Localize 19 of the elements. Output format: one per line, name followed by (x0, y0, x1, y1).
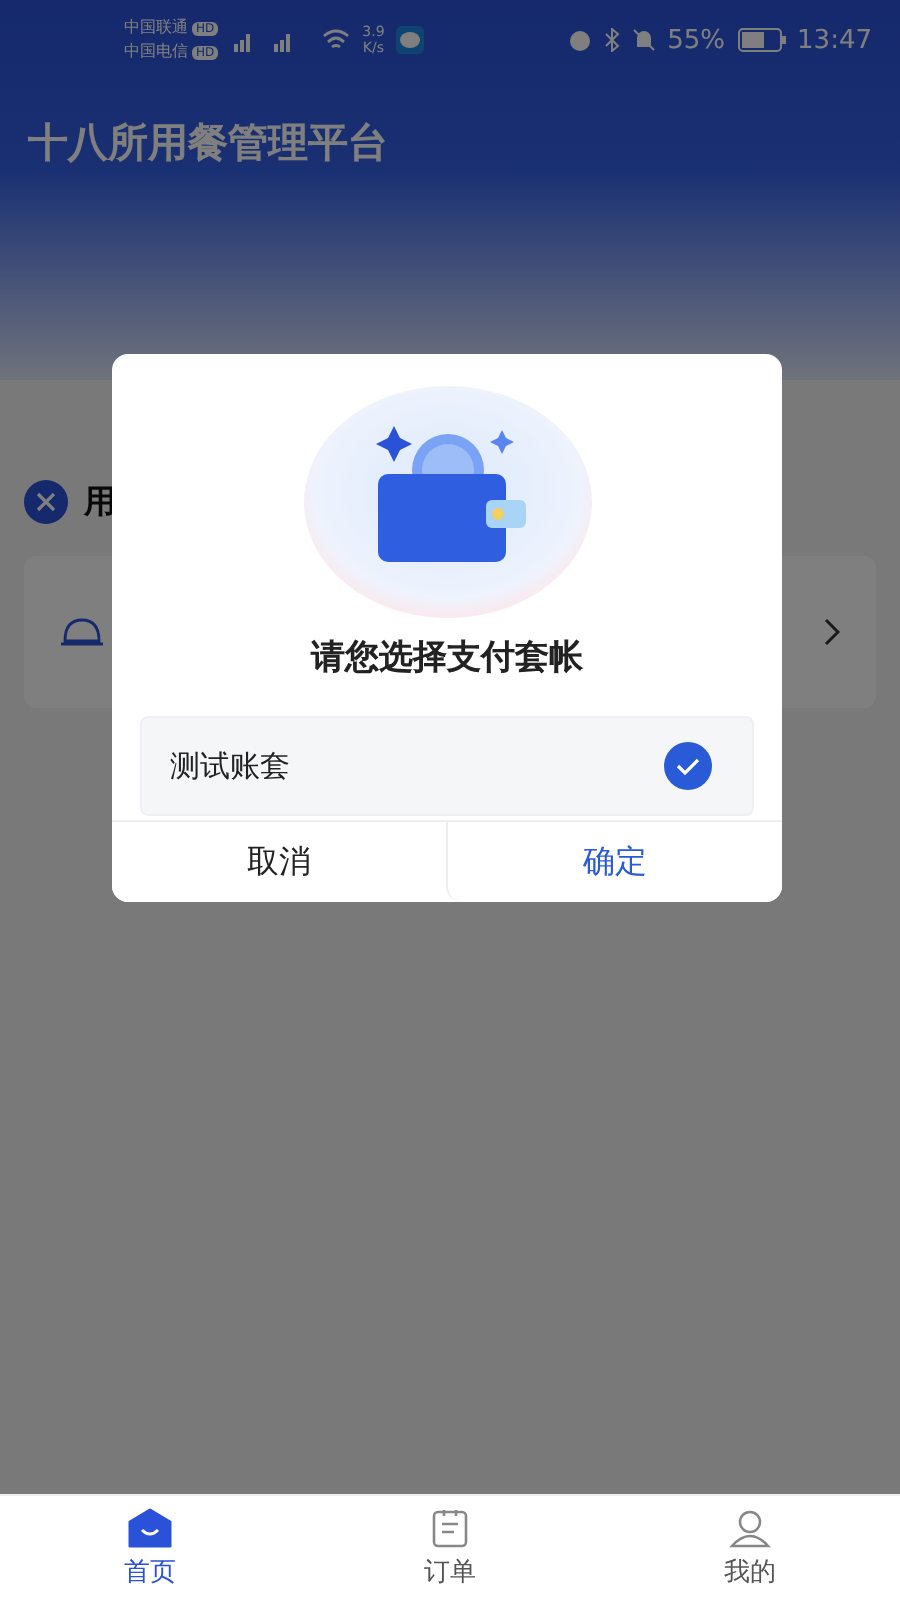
mute-bell-icon (631, 28, 656, 52)
nav-tab[interactable]: 我的 (600, 1496, 900, 1600)
cloche-icon (60, 618, 104, 646)
app-icon (396, 26, 425, 54)
nav-tab[interactable]: 首页 (0, 1496, 300, 1600)
user-icon (728, 1507, 772, 1547)
bluetooth-icon (603, 28, 620, 52)
confirm-button[interactable]: 确定 (446, 822, 782, 902)
clock-time: 13:47 (797, 25, 872, 55)
battery-percent: 55% (667, 25, 726, 55)
clipboard-icon (430, 1507, 470, 1547)
home-icon (128, 1507, 172, 1547)
battery-icon (737, 28, 786, 52)
nav-tab[interactable]: 订单 (300, 1496, 600, 1600)
account-option[interactable]: 测试账套 (140, 716, 754, 816)
wifi-icon (322, 28, 351, 52)
app-title: 十八所用餐管理平台 (28, 116, 390, 170)
dialog-title: 请您选择支付套帐 (311, 636, 583, 680)
chevron-right-icon (824, 618, 840, 646)
